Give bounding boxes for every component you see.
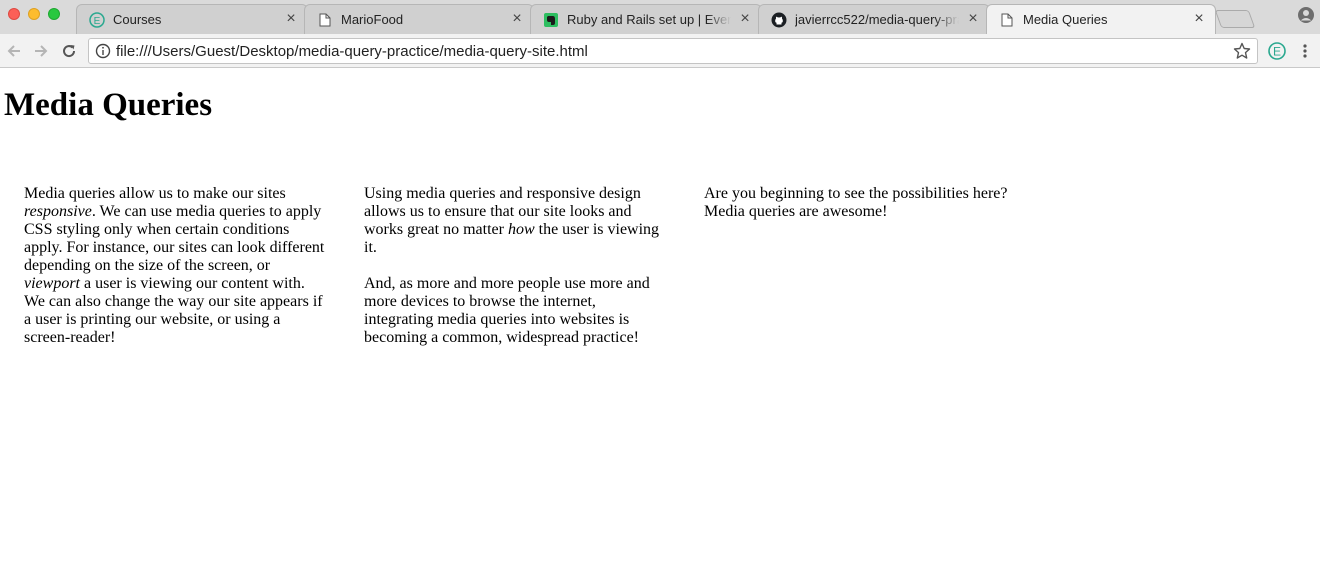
emphasized-text: how <box>507 221 535 238</box>
close-tab-icon[interactable]: × <box>509 11 525 27</box>
info-icon[interactable] <box>95 43 111 59</box>
close-window-button[interactable] <box>8 8 20 20</box>
column-paragraph: And, as more and more people use more an… <box>364 275 669 347</box>
content-column-2: Using media queries and responsive desig… <box>364 185 669 365</box>
profile-icon[interactable] <box>1297 6 1315 24</box>
page-icon <box>999 12 1015 28</box>
content-column-3: Are you beginning to see the possibiliti… <box>704 185 1009 239</box>
url-text: file:///Users/Guest/Desktop/media-query-… <box>116 43 588 60</box>
forward-arrow-icon[interactable] <box>31 41 51 61</box>
tab-title: Ruby and Rails set up | Evernote <box>567 12 731 27</box>
close-tab-icon[interactable]: × <box>283 11 299 27</box>
tab-mariofood[interactable]: MarioFood × <box>304 4 534 34</box>
page-icon <box>317 12 333 28</box>
tab-title: Courses <box>113 12 162 27</box>
new-tab-button[interactable] <box>1214 10 1256 28</box>
tab-github[interactable]: javierrcc522/media-query-practice × <box>758 4 990 34</box>
github-icon <box>771 12 787 28</box>
evernote-elephant-icon <box>543 12 559 28</box>
paragraph-text: Are you beginning to see the possibiliti… <box>704 185 1008 220</box>
close-tab-icon[interactable]: × <box>1191 11 1207 27</box>
svg-text:E: E <box>1273 45 1281 59</box>
tab-title: Media Queries <box>1023 12 1108 27</box>
column-paragraph: Using media queries and responsive desig… <box>364 185 669 257</box>
tab-courses[interactable]: E Courses × <box>76 4 308 34</box>
menu-kebab-icon[interactable] <box>1298 42 1312 60</box>
reload-icon[interactable] <box>59 41 79 61</box>
paragraph-text: Media queries allow us to make our sites <box>24 185 286 202</box>
paragraph-text: And, as more and more people use more an… <box>364 275 650 346</box>
minimize-window-button[interactable] <box>28 8 40 20</box>
page-title: Media Queries <box>4 87 213 123</box>
maximize-window-button[interactable] <box>48 8 60 20</box>
tab-evernote[interactable]: Ruby and Rails set up | Evernote × <box>530 4 762 34</box>
tab-title: javierrcc522/media-query-practice <box>795 12 959 27</box>
close-tab-icon[interactable]: × <box>737 11 753 27</box>
emphasized-text: responsive <box>24 203 92 220</box>
page-content: Media Queries Media queries allow us to … <box>0 69 1320 564</box>
tab-title: MarioFood <box>341 12 404 27</box>
tab-strip: E Courses × MarioFood × Ruby and Rails s… <box>0 0 1320 34</box>
evernote-extension-icon[interactable]: E <box>1267 41 1287 61</box>
tab-media-queries[interactable]: Media Queries × <box>986 4 1216 34</box>
svg-text:E: E <box>94 16 101 27</box>
back-arrow-icon[interactable] <box>4 41 24 61</box>
address-bar[interactable]: file:///Users/Guest/Desktop/media-query-… <box>88 38 1258 64</box>
browser-toolbar: file:///Users/Guest/Desktop/media-query-… <box>0 34 1320 68</box>
column-paragraph: Are you beginning to see the possibiliti… <box>704 185 1009 221</box>
column-paragraph: Media queries allow us to make our sites… <box>24 185 329 347</box>
content-column-1: Media queries allow us to make our sites… <box>24 185 329 365</box>
emphasized-text: viewport <box>24 275 80 292</box>
evernote-e-icon: E <box>89 12 105 28</box>
close-tab-icon[interactable]: × <box>965 11 981 27</box>
bookmark-star-icon[interactable] <box>1233 42 1251 60</box>
